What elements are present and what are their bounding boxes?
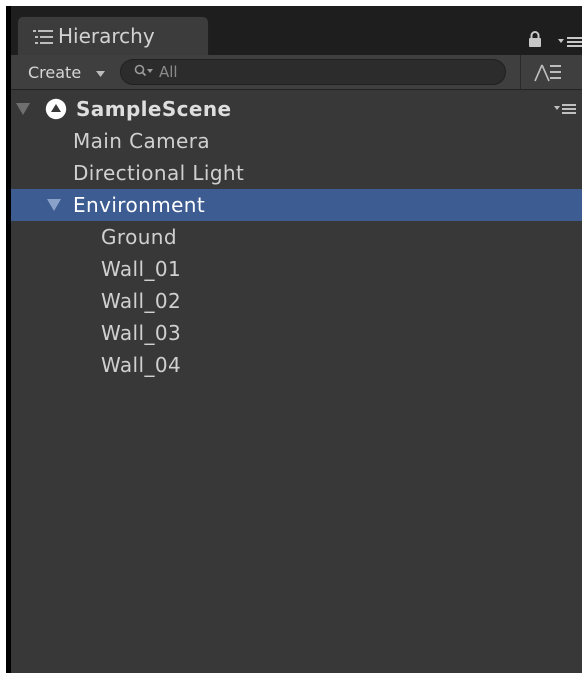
tab-bar: Hierarchy: [11, 6, 582, 55]
create-dropdown-button[interactable]: Create: [11, 55, 115, 89]
hierarchy-item[interactable]: Wall_02: [11, 285, 582, 317]
item-label: Wall_02: [101, 289, 182, 313]
search-field[interactable]: [120, 59, 506, 85]
tab-title: Hierarchy: [58, 24, 155, 48]
search-input[interactable]: [159, 60, 489, 84]
item-label: Wall_01: [101, 257, 182, 281]
chevron-down-icon: [96, 71, 105, 77]
hierarchy-list-icon: [33, 30, 53, 44]
tab-hierarchy[interactable]: Hierarchy: [17, 16, 209, 55]
scene-row[interactable]: SampleScene: [11, 93, 582, 125]
hierarchy-item-selected[interactable]: Environment: [11, 189, 582, 221]
hierarchy-item[interactable]: Ground: [11, 221, 582, 253]
hierarchy-item[interactable]: Directional Light: [11, 157, 582, 189]
hierarchy-tree: SampleScene Main Camera Directional Ligh…: [11, 90, 582, 673]
item-label: Environment: [73, 193, 206, 217]
item-label: Wall_04: [101, 353, 182, 377]
item-label: Ground: [101, 225, 177, 249]
hierarchy-item[interactable]: Wall_03: [11, 317, 582, 349]
lock-icon[interactable]: [528, 30, 542, 48]
item-label: Wall_03: [101, 321, 182, 345]
expand-arrow-icon[interactable]: [47, 199, 61, 211]
toolbar-divider: [520, 55, 521, 89]
hierarchy-item[interactable]: Wall_01: [11, 253, 582, 285]
item-label: Main Camera: [73, 129, 210, 153]
create-label: Create: [28, 63, 82, 82]
scene-name: SampleScene: [76, 97, 232, 121]
hierarchy-item[interactable]: Wall_04: [11, 349, 582, 381]
scene-visibility-icon[interactable]: [531, 59, 565, 85]
hierarchy-toolbar: Create: [11, 55, 582, 90]
item-label: Directional Light: [73, 161, 245, 185]
unity-logo-icon: [45, 98, 67, 120]
hierarchy-window: Hierarchy Create All SampleScene Main Ca…: [6, 6, 582, 673]
search-icon: [134, 64, 153, 77]
panel-menu-icon[interactable]: [558, 36, 582, 48]
scene-menu-icon[interactable]: [554, 104, 576, 114]
hierarchy-item[interactable]: Main Camera: [11, 125, 582, 157]
expand-arrow-icon[interactable]: [16, 103, 30, 115]
